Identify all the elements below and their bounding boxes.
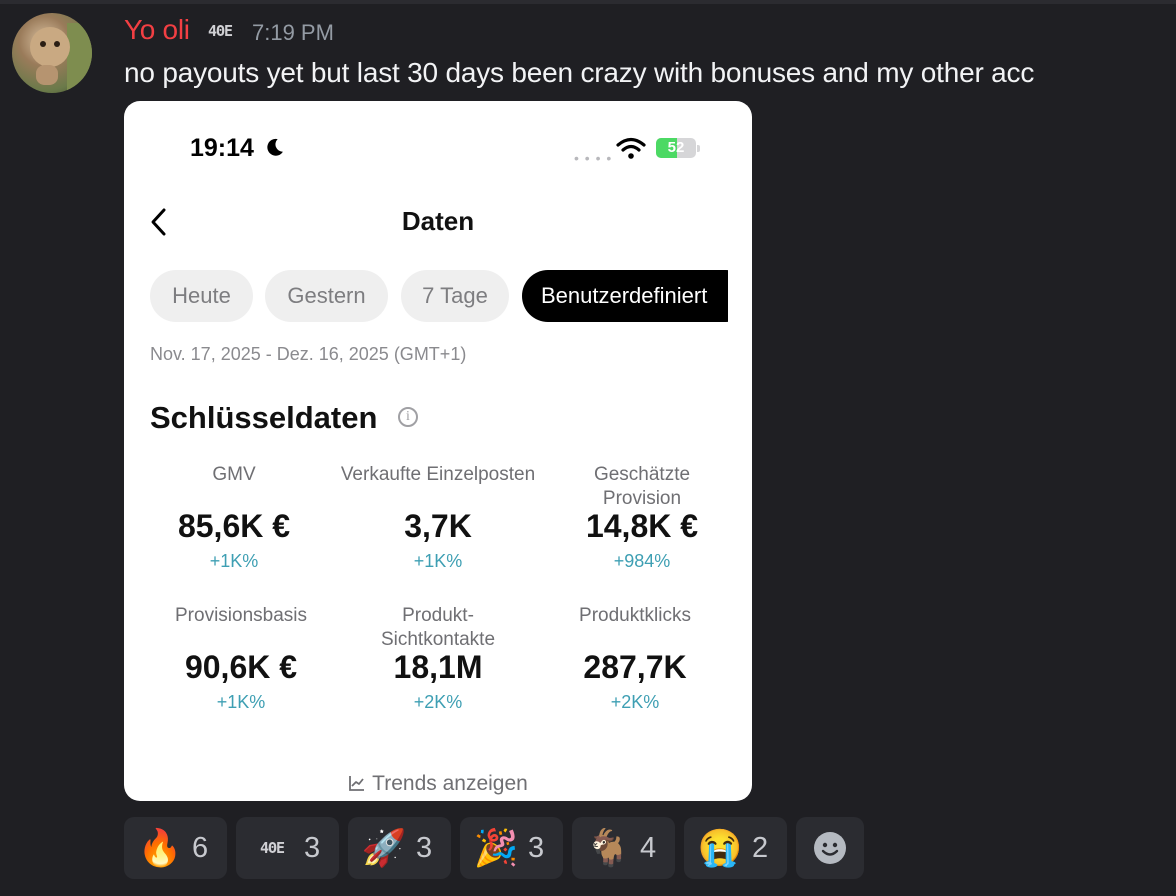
reaction-loudly-crying[interactable]: 😭 2 xyxy=(684,817,787,879)
server-tag-icon[interactable]: 4ΘE xyxy=(208,22,233,40)
reaction-count: 3 xyxy=(528,831,545,864)
metric-geschaetzte-provision[interactable]: Geschätzte Provision 14,8K € +984% xyxy=(562,463,722,572)
metric-delta: +2K% xyxy=(610,692,660,712)
battery-icon: 52 xyxy=(656,138,696,158)
metric-produkt-sichtkontakte[interactable]: Produkt-Sichtkontakte 18,1M +2K% xyxy=(358,604,518,713)
reaction-goat[interactable]: 🐐 4 xyxy=(572,817,675,879)
smiley-icon xyxy=(814,832,846,864)
tab-benutzerdefiniert[interactable]: Benutzerdefiniert xyxy=(522,270,728,322)
battery-percentage: 52 xyxy=(667,139,685,156)
metric-label: Produktklicks xyxy=(579,605,691,626)
goat-icon: 🐐 xyxy=(585,827,631,868)
attached-screenshot[interactable]: 19:14 • • • • 52 Daten Heute Gestern 7 T… xyxy=(124,101,752,801)
metric-label: Geschätzte Provision xyxy=(593,464,691,509)
trend-chart-icon xyxy=(349,776,365,791)
battery-nub xyxy=(697,145,700,152)
avatar-hand xyxy=(36,65,58,85)
top-divider xyxy=(0,0,1176,4)
avatar-background xyxy=(67,23,92,93)
date-range: Nov. 17, 2025 - Dez. 16, 2025 (GMT+1) xyxy=(150,344,467,364)
moon-icon xyxy=(267,138,283,156)
tab-gestern[interactable]: Gestern xyxy=(265,270,388,322)
cellular-signal-icon: • • • • xyxy=(574,150,613,166)
message-text: no payouts yet but last 30 days been cra… xyxy=(124,57,1035,88)
avatar-eye xyxy=(54,41,60,47)
reaction-count: 3 xyxy=(304,831,321,864)
metric-value: 85,6K € xyxy=(177,508,291,544)
fire-icon: 🔥 xyxy=(137,827,183,868)
metric-provisionsbasis[interactable]: Provisionsbasis 90,6K € +1K% xyxy=(141,604,341,713)
metric-verkaufte-einzelposten[interactable]: Verkaufte Einzelposten 3,7K +1K% xyxy=(325,463,551,572)
tab-heute[interactable]: Heute xyxy=(150,270,253,322)
metric-value: 18,1M xyxy=(393,649,483,685)
section-title: Schlüsseldaten xyxy=(150,400,378,435)
metric-label: Verkaufte Einzelposten xyxy=(340,464,536,485)
metric-value: 3,7K xyxy=(404,508,472,544)
metric-delta: +2K% xyxy=(413,692,463,712)
reaction-count: 6 xyxy=(192,831,209,864)
reaction-server-tag[interactable]: 4ΘE 3 xyxy=(236,817,339,879)
trends-label: Trends anzeigen xyxy=(372,772,528,795)
metric-value: 14,8K € xyxy=(585,508,699,544)
reaction-party-popper[interactable]: 🎉 3 xyxy=(460,817,563,879)
server-tag-icon: 4ΘE xyxy=(259,839,285,857)
metric-label: Provisionsbasis xyxy=(175,605,307,626)
metric-label: Produkt-Sichtkontakte xyxy=(380,605,496,650)
add-reaction-button[interactable] xyxy=(796,817,864,879)
date-filter-tabs: Heute Gestern 7 Tage Benutzerdefiniert xyxy=(150,270,728,322)
reaction-rocket[interactable]: 🚀 3 xyxy=(348,817,451,879)
status-bar-time: 19:14 xyxy=(190,134,254,162)
metric-delta: +1K% xyxy=(413,551,463,571)
trends-link[interactable]: Trends anzeigen xyxy=(124,772,752,796)
reaction-count: 3 xyxy=(416,831,433,864)
username[interactable]: Yo oli xyxy=(124,14,190,46)
metric-delta: +984% xyxy=(613,551,671,571)
avatar-eye xyxy=(40,41,46,47)
loudly-crying-icon: 😭 xyxy=(697,827,743,868)
rocket-icon: 🚀 xyxy=(361,827,407,868)
reaction-count: 4 xyxy=(640,831,657,864)
metric-value: 287,7K xyxy=(583,649,687,685)
metric-value: 90,6K € xyxy=(184,649,298,685)
metric-gmv[interactable]: GMV 85,6K € +1K% xyxy=(134,463,334,572)
info-icon[interactable]: i xyxy=(398,407,418,427)
page-title: Daten xyxy=(401,206,475,236)
avatar-face xyxy=(30,27,70,67)
metric-delta: +1K% xyxy=(209,551,259,571)
wifi-icon xyxy=(616,137,646,159)
metric-produktklicks[interactable]: Produktklicks 287,7K +2K% xyxy=(535,604,735,713)
tab-7-tage[interactable]: 7 Tage xyxy=(401,270,509,322)
reaction-count: 2 xyxy=(752,831,769,864)
user-avatar[interactable] xyxy=(12,13,92,93)
message-timestamp[interactable]: 7:19 PM xyxy=(252,20,334,46)
metric-delta: +1K% xyxy=(216,692,266,712)
party-popper-icon: 🎉 xyxy=(473,827,519,868)
reaction-fire[interactable]: 🔥 6 xyxy=(124,817,227,879)
metric-label: GMV xyxy=(212,464,256,485)
